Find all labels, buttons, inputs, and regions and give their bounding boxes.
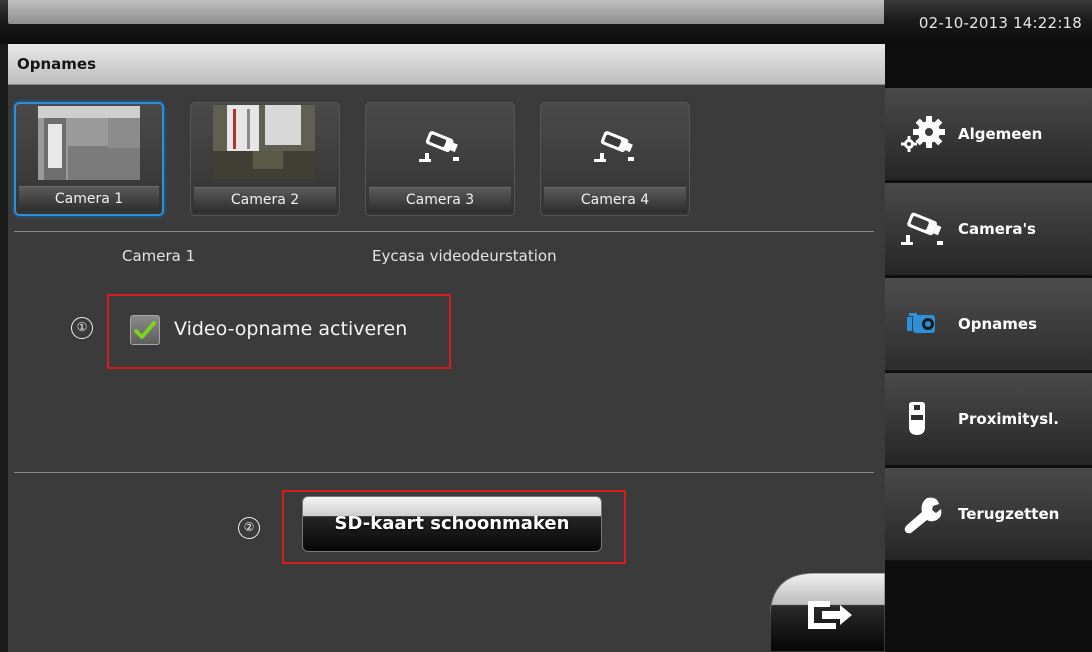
camera-3-label: Camera 3 (369, 187, 511, 212)
selected-camera-description: Eycasa videodeurstation (372, 247, 557, 265)
sidebar: Algemeen Camera's Opnames Proximitysl. T… (885, 44, 1092, 652)
sidebar-item-label: Algemeen (958, 125, 1043, 143)
gears-icon (901, 116, 945, 152)
sidebar-item-proximity[interactable]: Proximitysl. (885, 373, 1092, 466)
checkmark-icon (134, 321, 156, 339)
sd-card-clean-button[interactable]: SD-kaart schoonmaken (302, 496, 602, 552)
page-title: Opnames (17, 55, 97, 73)
sidebar-item-algemeen[interactable]: Algemeen (885, 88, 1092, 181)
sidebar-item-label: Camera's (958, 220, 1036, 238)
camera-tile-3[interactable]: Camera 3 (365, 102, 515, 216)
status-bar: 02-10-2013 14:22:18 (0, 0, 1092, 44)
status-bar-bevel (8, 0, 884, 24)
sidebar-item-label: Proximitysl. (958, 410, 1060, 428)
key-tag-icon (909, 402, 925, 435)
sidebar-item-opnames[interactable]: Opnames (885, 278, 1092, 371)
camera-tile-2[interactable]: Camera 2 (190, 102, 340, 216)
camera-1-label: Camera 1 (19, 186, 159, 211)
back-button[interactable] (770, 573, 885, 652)
camera-2-preview (213, 105, 315, 179)
sidebar-header (885, 44, 1092, 88)
marker-2: ② (238, 517, 260, 539)
selected-camera-name: Camera 1 (122, 247, 196, 265)
camera-tile-4[interactable]: Camera 4 (540, 102, 690, 216)
security-camera-icon (901, 212, 943, 245)
clock: 02-10-2013 14:22:18 (918, 14, 1082, 32)
video-recording-checkbox[interactable] (130, 315, 160, 345)
divider-top (14, 231, 874, 232)
camera-2-label: Camera 2 (194, 187, 336, 212)
security-camera-icon (419, 131, 459, 162)
camcorder-icon (907, 313, 935, 333)
wrench-icon (904, 497, 942, 534)
sidebar-item-reset[interactable]: Terugzetten (885, 468, 1092, 561)
camera-4-label: Camera 4 (544, 187, 686, 212)
camera-tile-1[interactable]: Camera 1 (14, 102, 164, 216)
sidebar-item-cameras[interactable]: Camera's (885, 183, 1092, 276)
security-camera-icon (594, 131, 634, 162)
title-bar: Opnames (8, 44, 885, 85)
sidebar-item-label: Terugzetten (958, 505, 1060, 523)
divider-bottom (14, 472, 874, 473)
video-recording-label[interactable]: Video-opname activeren (174, 318, 407, 340)
camera-1-preview (38, 106, 140, 180)
main-panel: Opnames Camera 1 Camera 2 Camera 3 Camer… (8, 44, 885, 652)
marker-1: ① (71, 317, 93, 339)
sidebar-item-label: Opnames (958, 315, 1038, 333)
